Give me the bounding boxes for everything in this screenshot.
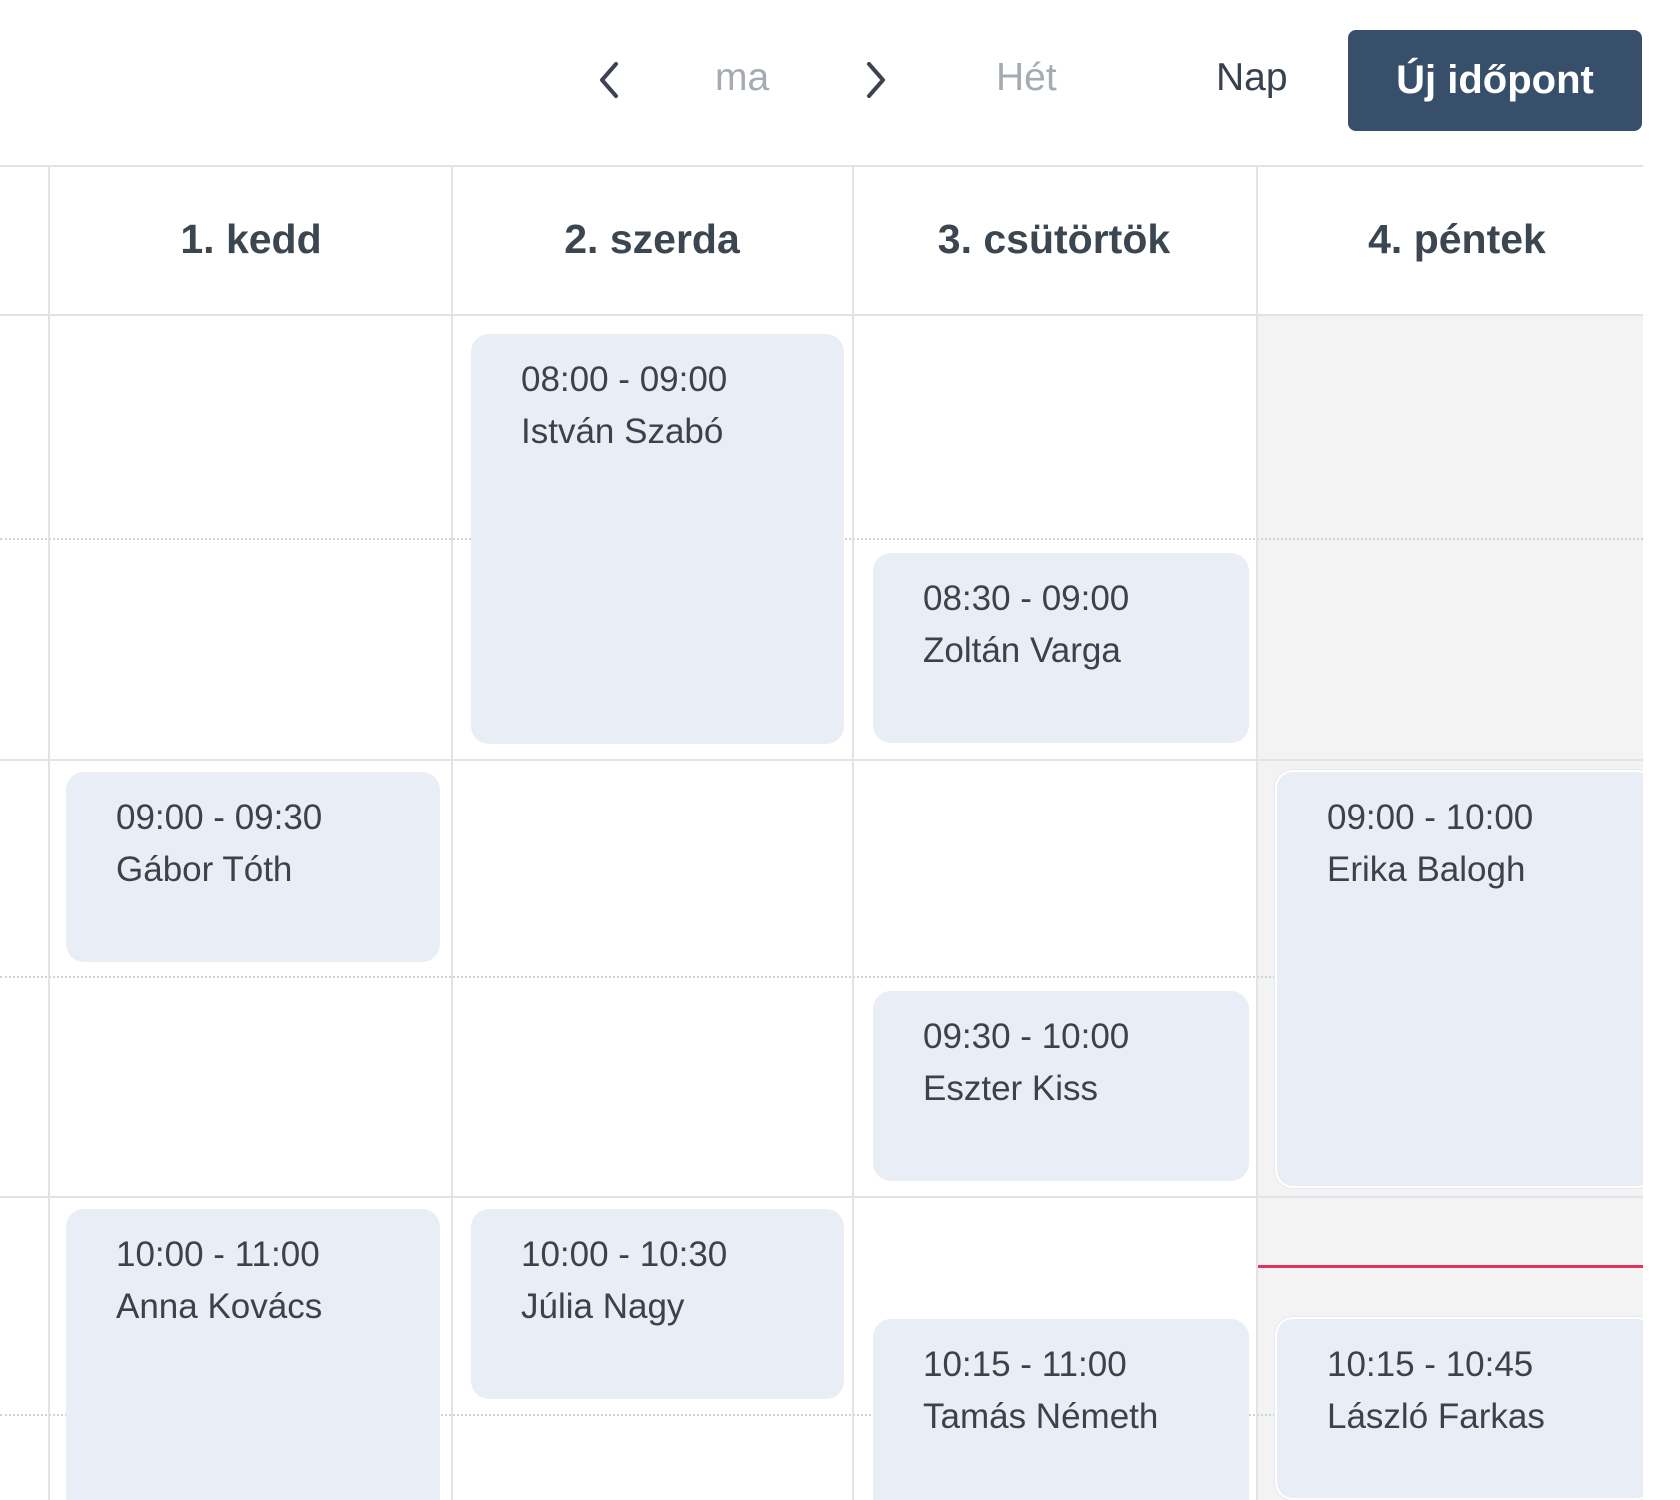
- event-time: 10:00 - 10:30: [521, 1235, 728, 1274]
- event-time: 10:15 - 10:45: [1327, 1345, 1534, 1384]
- chevron-right-icon[interactable]: [854, 55, 898, 105]
- today-button[interactable]: ma: [715, 52, 769, 104]
- week-view-button[interactable]: Hét: [996, 52, 1057, 104]
- appointment-event[interactable]: 09:00 - 09:30 Gábor Tóth: [66, 772, 440, 962]
- appointment-event[interactable]: 08:30 - 09:00 Zoltán Varga: [873, 553, 1249, 743]
- event-client-name: István Szabó: [521, 412, 724, 451]
- column-divider: [48, 165, 50, 1500]
- appointment-event[interactable]: 10:15 - 10:45 László Farkas: [1275, 1317, 1643, 1500]
- column-divider: [852, 165, 854, 1500]
- event-time: 08:30 - 09:00: [923, 579, 1130, 618]
- new-appointment-button[interactable]: Új időpont: [1348, 30, 1642, 131]
- day-header-3[interactable]: 3. csütörtök: [852, 165, 1256, 314]
- current-time-indicator: [1258, 1265, 1643, 1268]
- appointment-event[interactable]: 10:00 - 10:30 Júlia Nagy: [471, 1209, 844, 1399]
- event-client-name: Júlia Nagy: [521, 1287, 685, 1326]
- week-calendar: 1. kedd 2. szerda 3. csütörtök 4. péntek…: [0, 165, 1643, 1500]
- event-time: 08:00 - 09:00: [521, 360, 728, 399]
- appointment-event[interactable]: 09:00 - 10:00 Erika Balogh: [1275, 770, 1643, 1188]
- event-client-name: Anna Kovács: [116, 1287, 323, 1326]
- event-client-name: Zoltán Varga: [923, 631, 1121, 670]
- event-client-name: László Farkas: [1327, 1397, 1545, 1436]
- event-time: 09:30 - 10:00: [923, 1017, 1130, 1056]
- day-header-4[interactable]: 4. péntek: [1256, 165, 1643, 314]
- event-time: 10:00 - 11:00: [116, 1235, 320, 1274]
- event-client-name: Eszter Kiss: [923, 1069, 1099, 1108]
- column-divider: [451, 165, 453, 1500]
- event-time: 09:00 - 09:30: [116, 798, 323, 837]
- day-header-1[interactable]: 1. kedd: [50, 165, 452, 314]
- hour-line: [0, 1196, 1643, 1198]
- appointment-event[interactable]: 10:00 - 11:00 Anna Kovács: [66, 1209, 440, 1500]
- event-time: 10:15 - 11:00: [923, 1345, 1127, 1384]
- appointment-event[interactable]: 08:00 - 09:00 István Szabó: [471, 334, 844, 744]
- calendar-toolbar: ma Hét Nap Új időpont: [0, 0, 1680, 160]
- chevron-left-icon[interactable]: [587, 55, 631, 105]
- day-header-2[interactable]: 2. szerda: [452, 165, 852, 314]
- event-time: 09:00 - 10:00: [1327, 798, 1534, 837]
- day-view-button[interactable]: Nap: [1216, 52, 1288, 104]
- header-divider: [0, 314, 1643, 316]
- event-client-name: Erika Balogh: [1327, 850, 1526, 889]
- column-divider: [1256, 165, 1258, 1500]
- appointment-event[interactable]: 09:30 - 10:00 Eszter Kiss: [873, 991, 1249, 1181]
- hour-line: [0, 759, 1643, 761]
- event-client-name: Tamás Németh: [923, 1397, 1159, 1436]
- event-client-name: Gábor Tóth: [116, 850, 293, 889]
- appointment-event[interactable]: 10:15 - 11:00 Tamás Németh: [873, 1319, 1249, 1500]
